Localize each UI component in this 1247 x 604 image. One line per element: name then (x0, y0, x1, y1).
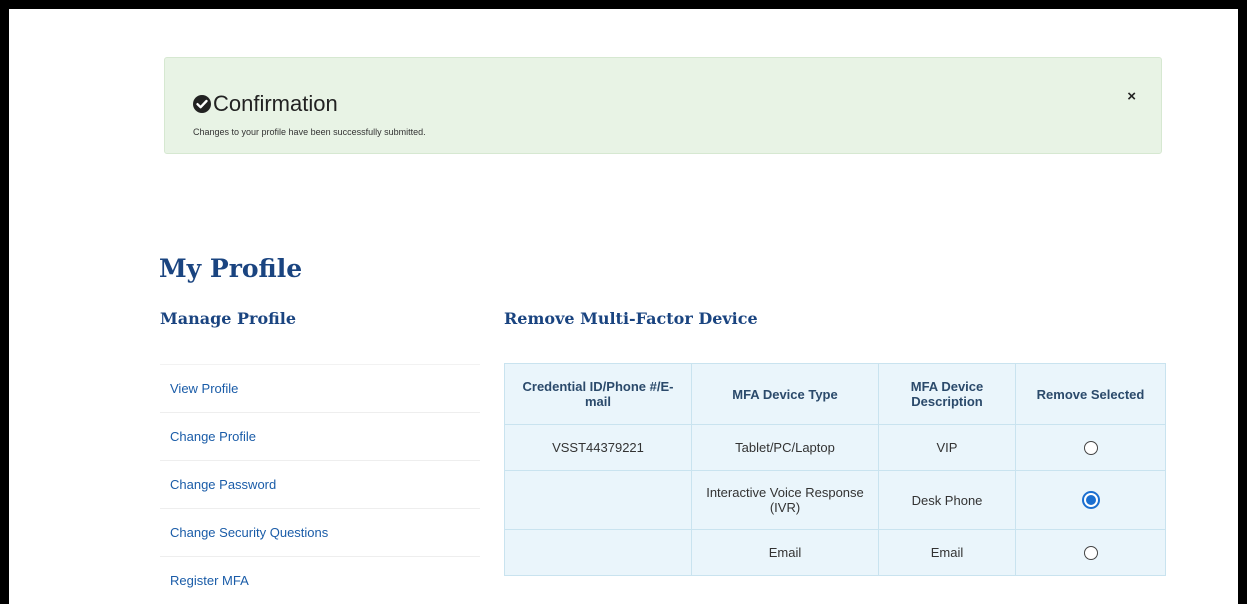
close-icon[interactable]: × (1127, 89, 1136, 104)
remove-cell (1015, 424, 1166, 471)
table-row: Interactive Voice Response (IVR) Desk Ph… (504, 470, 1166, 530)
column-header-device-type: MFA Device Type (691, 363, 879, 425)
column-header-credential: Credential ID/Phone #/E-mail (504, 363, 692, 425)
sidebar-item-register-mfa[interactable]: Register MFA (160, 556, 480, 604)
column-header-description: MFA Device Description (878, 363, 1016, 425)
credential-cell (504, 470, 692, 530)
table-row: Email Email (504, 529, 1166, 576)
description-cell: Email (878, 529, 1016, 576)
column-header-remove: Remove Selected (1015, 363, 1166, 425)
remove-radio-selected[interactable] (1081, 491, 1100, 509)
description-cell: VIP (878, 424, 1016, 471)
sidebar-item-change-password[interactable]: Change Password (160, 460, 480, 508)
mfa-device-table: Credential ID/Phone #/E-mail MFA Device … (504, 363, 1166, 576)
remove-radio[interactable] (1083, 546, 1098, 561)
sidebar-item-change-security-questions[interactable]: Change Security Questions (160, 508, 480, 556)
alert-title: Confirmation (213, 91, 338, 116)
remove-radio[interactable] (1083, 441, 1098, 456)
sidebar-item-view-profile[interactable]: View Profile (160, 364, 480, 412)
remove-cell (1015, 529, 1166, 576)
alert-message: Changes to your profile have been succes… (193, 127, 426, 137)
table-row: VSST44379221 Tablet/PC/Laptop VIP (504, 424, 1166, 471)
alert-header: Confirmation (193, 91, 338, 117)
device-type-cell: Interactive Voice Response (IVR) (691, 470, 879, 530)
sidebar-nav: View Profile Change Profile Change Passw… (160, 364, 480, 604)
description-cell: Desk Phone (878, 470, 1016, 530)
confirmation-alert: Confirmation Changes to your profile hav… (164, 57, 1162, 154)
check-circle-icon (193, 95, 211, 113)
page: Confirmation Changes to your profile hav… (9, 9, 1238, 604)
sidebar-item-change-profile[interactable]: Change Profile (160, 412, 480, 460)
page-title: My Profile (159, 254, 303, 283)
device-type-cell: Email (691, 529, 879, 576)
remove-mfa-title: Remove Multi-Factor Device (504, 309, 758, 328)
table-header-row: Credential ID/Phone #/E-mail MFA Device … (504, 363, 1166, 425)
credential-cell: VSST44379221 (504, 424, 692, 471)
manage-profile-title: Manage Profile (160, 309, 297, 328)
credential-cell (504, 529, 692, 576)
remove-cell (1015, 470, 1166, 530)
device-type-cell: Tablet/PC/Laptop (691, 424, 879, 471)
